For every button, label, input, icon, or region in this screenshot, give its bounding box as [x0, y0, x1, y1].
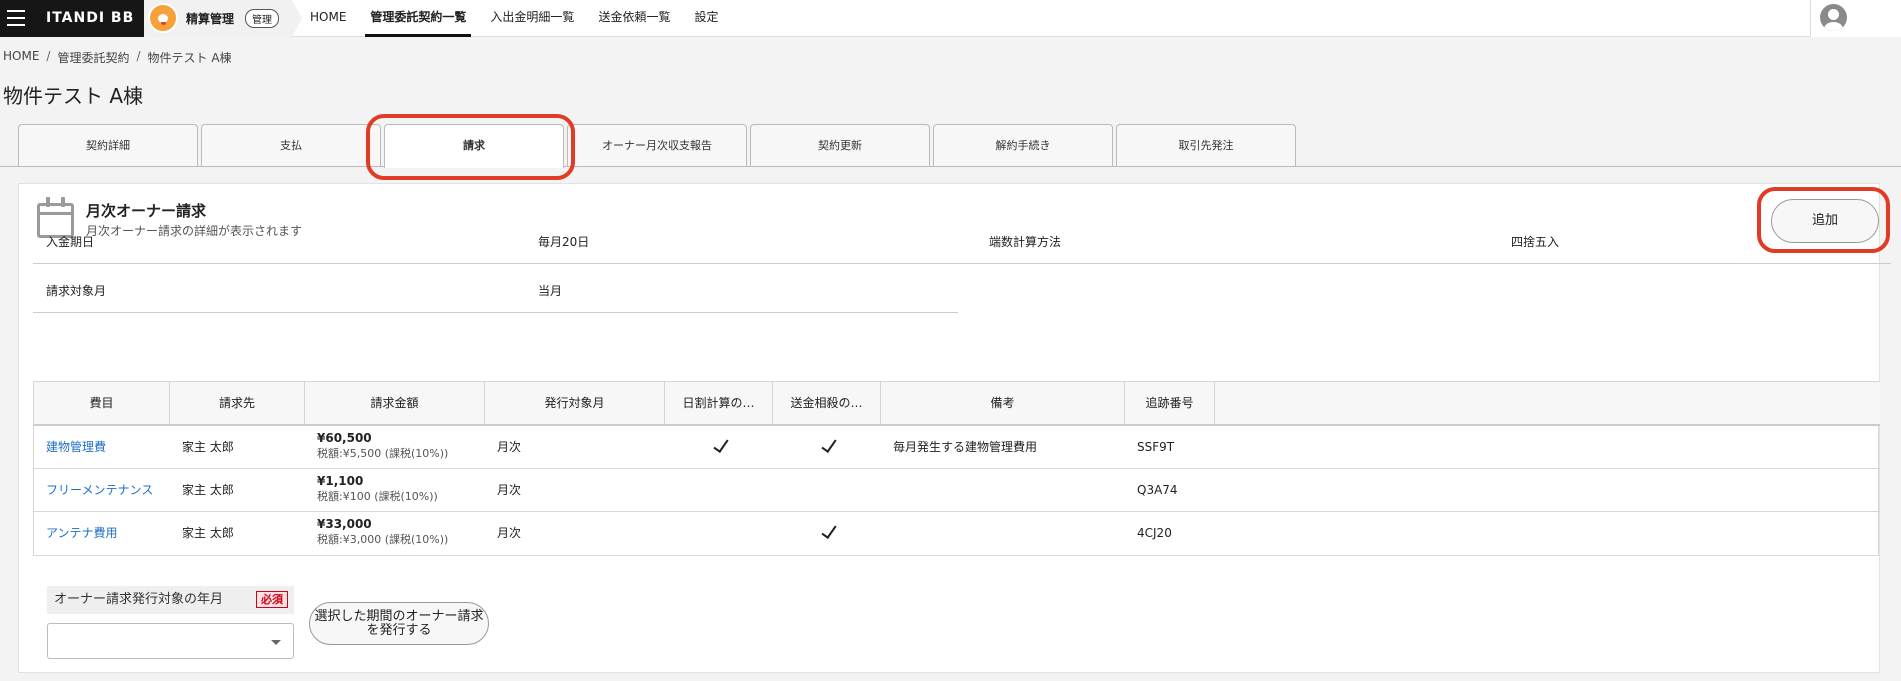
issue-month-cell: 月次	[497, 440, 522, 454]
issue-period-label-text: オーナー請求発行対象の年月	[54, 592, 224, 607]
tracking-cell: SSF9T	[1137, 440, 1175, 454]
tax-value: 税額:¥3,000 (課税(10%))	[317, 533, 449, 546]
target-month-value: 当月	[538, 284, 563, 298]
payment-due-label: 入金期日	[46, 235, 95, 249]
breadcrumb: HOME / 管理委託契約 / 物件テスト A棟	[3, 49, 232, 66]
table-header: 費目 請求先 請求金額 発行対象月 日割計算の… 送金相殺の… 備考 追跡番号	[34, 382, 1880, 426]
user-menu[interactable]	[1810, 0, 1901, 37]
column-header-payer[interactable]: 請求先	[170, 382, 305, 424]
app-switcher[interactable]: 精算管理 管理	[144, 0, 302, 37]
offset-cell	[773, 426, 881, 469]
table-row[interactable]: 建物管理費 家主 太郎 ¥60,500 税額:¥5,500 (課税(10%)) …	[34, 426, 1880, 469]
item-link[interactable]: フリーメンテナンス	[34, 469, 170, 512]
item-link[interactable]: アンテナ費用	[34, 512, 170, 555]
nav-settings[interactable]: 設定	[689, 0, 723, 37]
tracking-cell: Q3A74	[1137, 483, 1178, 497]
amount-cell: ¥60,500 税額:¥5,500 (課税(10%))	[305, 426, 485, 469]
column-header-note[interactable]: 備考	[881, 382, 1125, 424]
brand-logo[interactable]: ITANDI BB	[46, 10, 134, 26]
column-header-item[interactable]: 費目	[34, 382, 170, 424]
issue-month-cell: 月次	[497, 483, 522, 497]
tab-vendor-orders[interactable]: 取引先発注	[1116, 124, 1296, 166]
monthly-owner-billing-panel: 月次オーナー請求 月次オーナー請求の詳細が表示されます 追加 入金期日 毎月20…	[18, 183, 1891, 673]
rounding-value: 四捨五入	[1511, 235, 1560, 249]
payer-cell: 家主 太郎	[182, 526, 234, 540]
nav-transactions[interactable]: 入出金明細一覧	[485, 0, 579, 37]
top-navigation-bar: ITANDI BB 精算管理 管理 HOME 管理委託契約一覧 入出金明細一覧 …	[0, 0, 1901, 37]
checkmark-icon	[713, 436, 729, 453]
billing-items-table: 費目 請求先 請求金額 発行対象月 日割計算の… 送金相殺の… 備考 追跡番号 …	[33, 381, 1880, 556]
tab-payments[interactable]: 支払	[201, 124, 381, 166]
breadcrumb-current: 物件テスト A棟	[147, 51, 232, 65]
user-avatar-icon[interactable]	[1820, 4, 1847, 31]
column-header-issue-month[interactable]: 発行対象月	[485, 382, 665, 424]
tab-owner-monthly-report[interactable]: オーナー月次収支報告	[567, 124, 747, 166]
hamburger-menu-icon[interactable]	[7, 10, 25, 26]
column-header-prorate[interactable]: 日割計算の…	[665, 382, 773, 424]
tracking-cell: 4CJ20	[1137, 526, 1172, 540]
table-row[interactable]: アンテナ費用 家主 太郎 ¥33,000 税額:¥3,000 (課税(10%))…	[34, 512, 1880, 555]
tab-bar: 契約詳細 支払 請求 オーナー月次収支報告 契約更新 解約手続き 取引先発注	[18, 124, 1299, 168]
required-badge: 必須	[256, 591, 288, 608]
app-mascot-icon	[148, 3, 178, 33]
info-row-payment: 入金期日 毎月20日 端数計算方法 四捨五入	[33, 215, 1891, 264]
amount-value: ¥1,100	[317, 474, 364, 488]
app-name: 精算管理	[186, 12, 235, 26]
checkmark-icon	[821, 522, 837, 539]
checkmark-icon	[821, 436, 837, 453]
breadcrumb-home[interactable]: HOME	[3, 49, 39, 66]
payer-cell: 家主 太郎	[182, 483, 234, 497]
target-month-label: 請求対象月	[46, 284, 107, 298]
breadcrumb-separator: /	[46, 49, 51, 63]
app-role-badge: 管理	[245, 9, 279, 28]
nav-management-contracts[interactable]: 管理委託契約一覧	[365, 0, 472, 37]
chevron-down-icon	[271, 640, 281, 645]
note-cell	[881, 512, 1125, 555]
column-header-offset[interactable]: 送金相殺の…	[773, 382, 881, 424]
note-cell: 毎月発生する建物管理費用	[893, 440, 1038, 454]
nav-remittance-requests[interactable]: 送金依頼一覧	[593, 0, 675, 37]
issue-period-label: オーナー請求発行対象の年月 必須	[47, 586, 294, 614]
nav-home[interactable]: HOME	[305, 0, 351, 37]
amount-value: ¥60,500	[317, 431, 372, 445]
brand-area: ITANDI BB	[0, 0, 144, 37]
page-title: 物件テスト A棟	[3, 84, 144, 108]
rounding-label: 端数計算方法	[989, 235, 1062, 249]
issue-period-select[interactable]	[47, 623, 294, 659]
breadcrumb-separator: /	[136, 49, 141, 63]
payer-cell: 家主 太郎	[182, 440, 234, 454]
tab-contract-details[interactable]: 契約詳細	[18, 124, 198, 166]
prorate-cell	[665, 426, 773, 469]
issue-owner-billing-button[interactable]: 選択した期間のオーナー請求を発行する	[309, 602, 489, 645]
main-nav: HOME 管理委託契約一覧 入出金明細一覧 送金依頼一覧 設定	[305, 0, 737, 37]
tab-contract-renewal[interactable]: 契約更新	[750, 124, 930, 166]
amount-cell: ¥1,100 税額:¥100 (課税(10%))	[305, 469, 485, 512]
breadcrumb-contracts[interactable]: 管理委託契約	[57, 49, 129, 66]
column-header-amount[interactable]: 請求金額	[305, 382, 485, 424]
amount-value: ¥33,000	[317, 517, 372, 531]
table-row[interactable]: フリーメンテナンス 家主 太郎 ¥1,100 税額:¥100 (課税(10%))…	[34, 469, 1880, 512]
column-header-tracking[interactable]: 追跡番号	[1125, 382, 1215, 424]
tab-termination[interactable]: 解約手続き	[933, 124, 1113, 166]
info-divider	[33, 312, 958, 313]
payment-due-value: 毎月20日	[538, 235, 590, 249]
offset-cell	[773, 512, 881, 555]
amount-cell: ¥33,000 税額:¥3,000 (課税(10%))	[305, 512, 485, 555]
note-cell	[881, 469, 1125, 512]
tax-value: 税額:¥5,500 (課税(10%))	[317, 447, 449, 460]
issue-month-cell: 月次	[497, 526, 522, 540]
tab-billing[interactable]: 請求	[384, 124, 564, 168]
item-link[interactable]: 建物管理費	[34, 426, 170, 469]
info-row-target-month: 請求対象月 当月	[33, 264, 1891, 313]
tax-value: 税額:¥100 (課税(10%))	[317, 490, 438, 503]
